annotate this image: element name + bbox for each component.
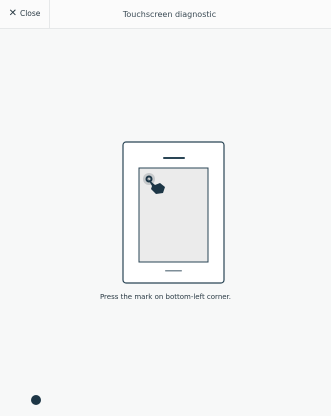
instruction-text: Press the mark on bottom-left corner. (99, 293, 232, 301)
close-button[interactable]: ✕ Close (0, 0, 50, 28)
close-label: Close (19, 9, 41, 19)
top-bar: ✕ Close Touchscreen diagnostic (0, 0, 331, 29)
page-title: Touchscreen diagnostic (122, 9, 217, 19)
tablet-touch-icon (122, 141, 225, 284)
touch-target-mark[interactable] (31, 395, 41, 405)
close-icon: ✕ (8, 8, 17, 19)
